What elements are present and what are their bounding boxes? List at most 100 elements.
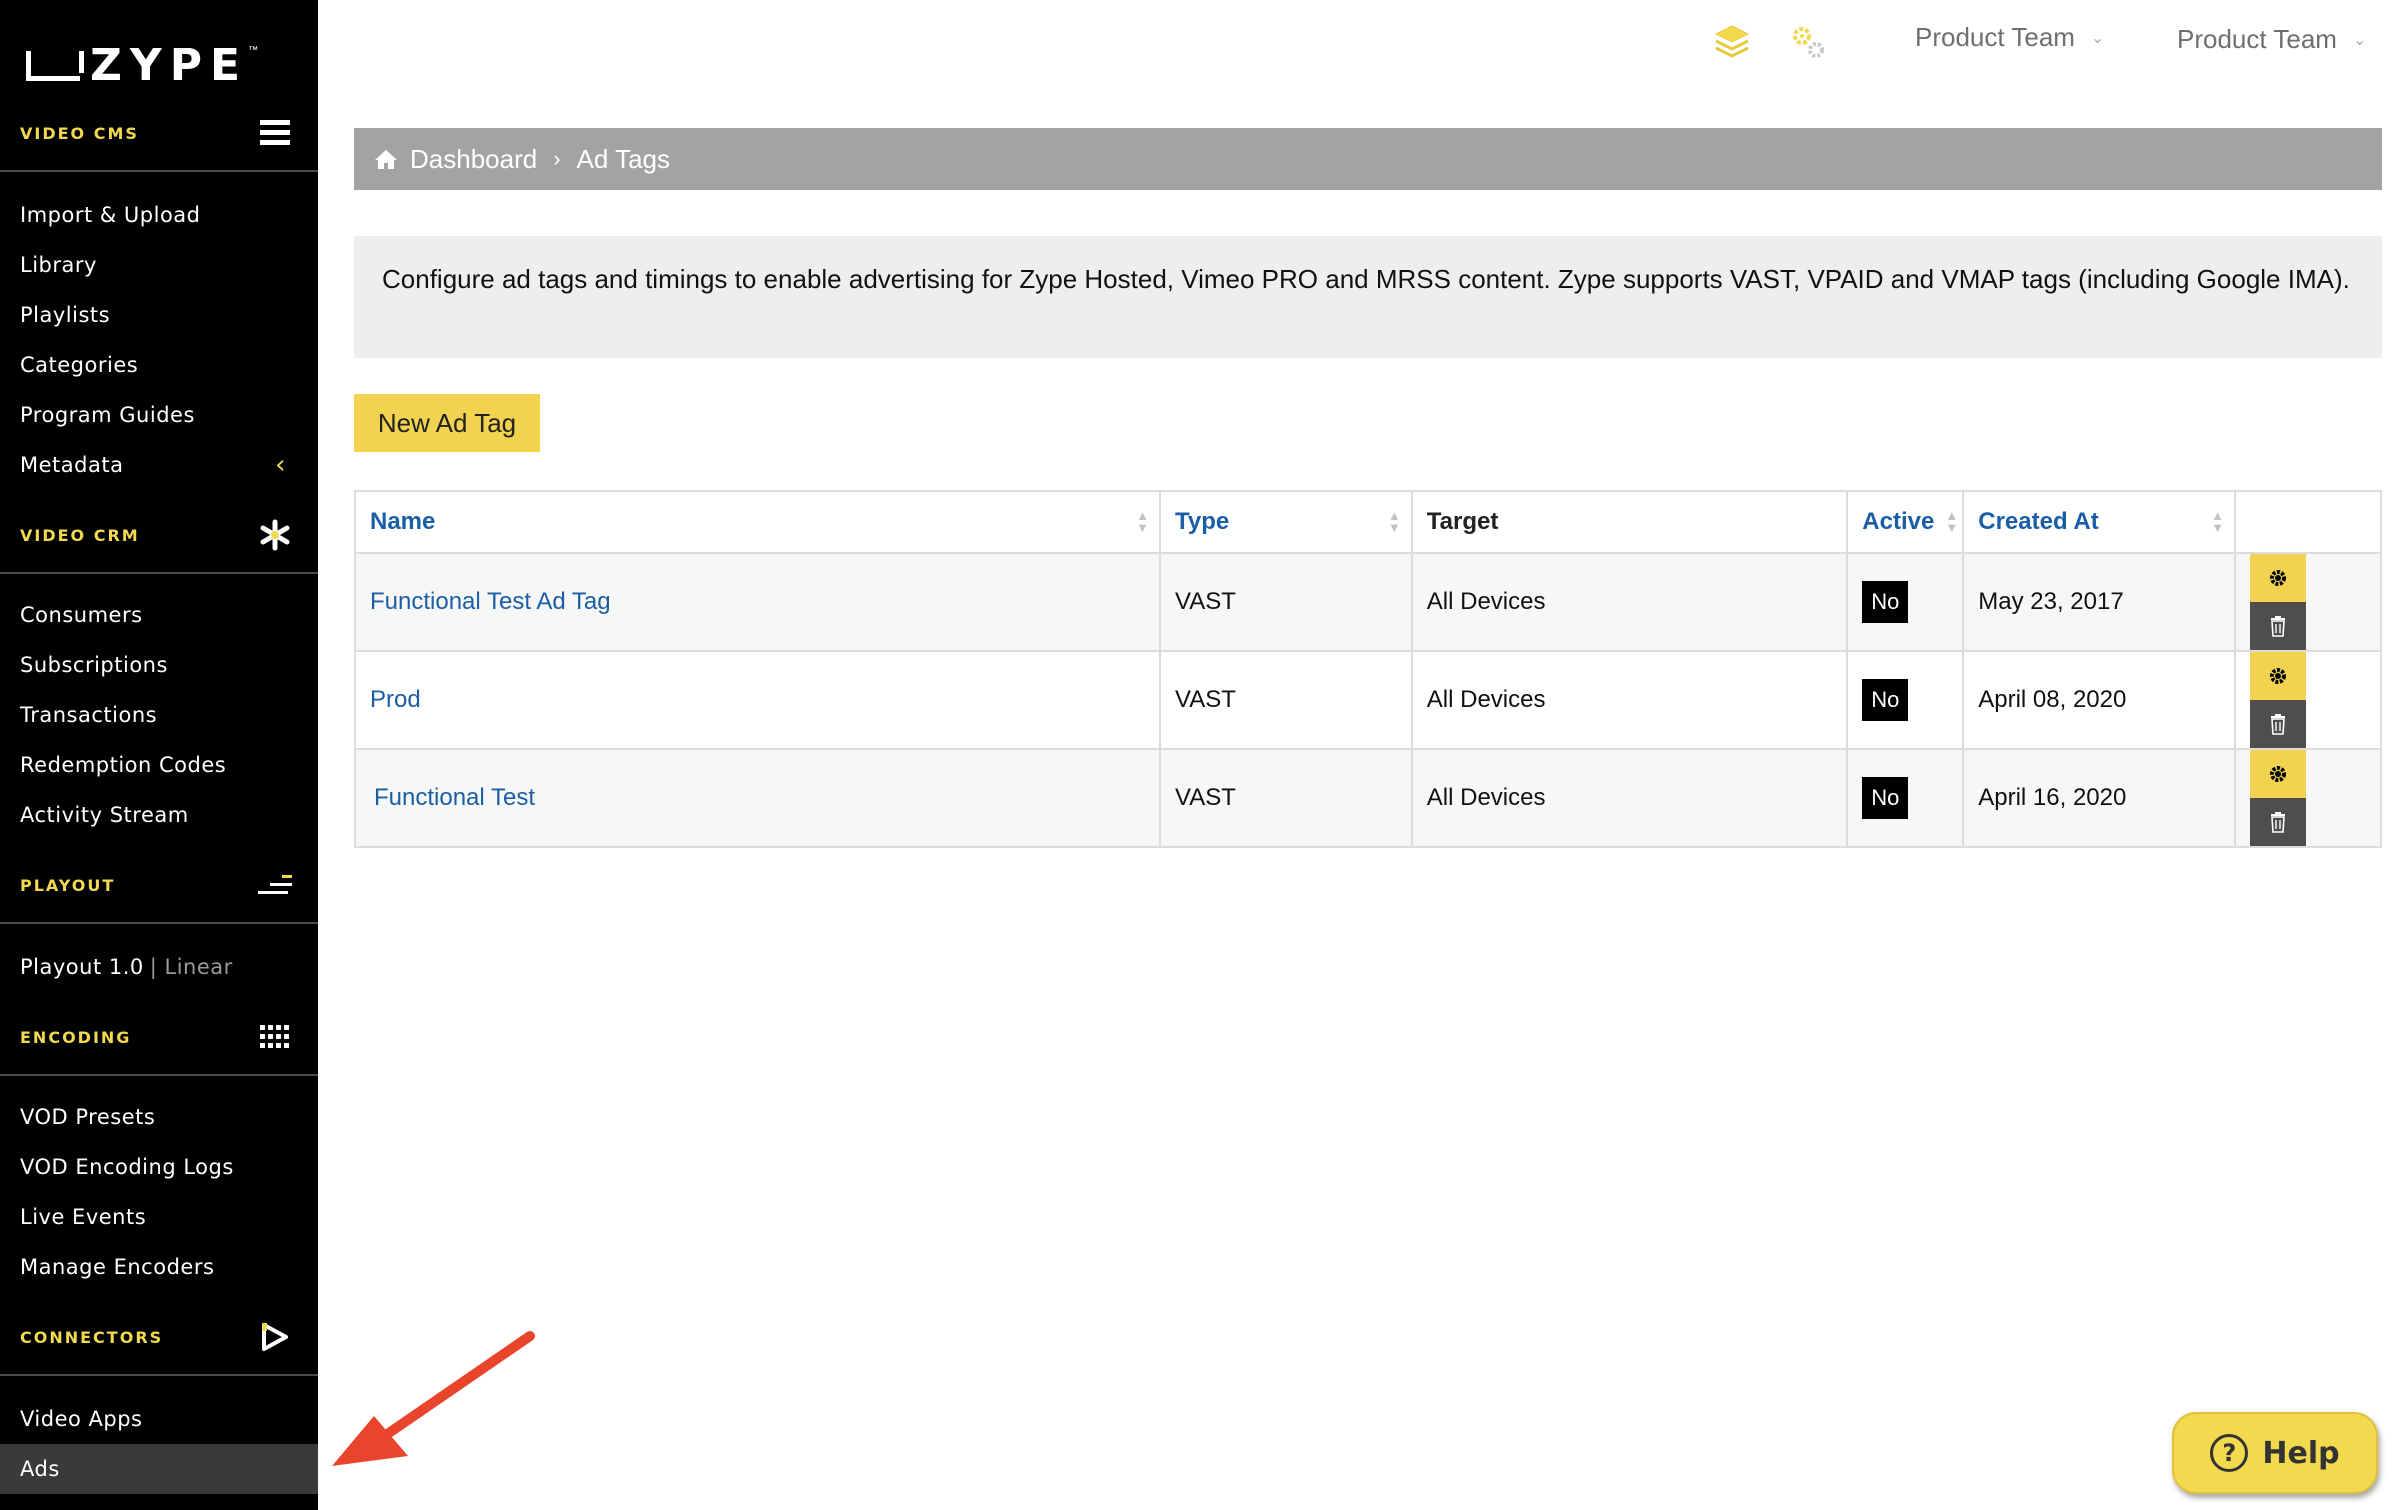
- team-label: Product Team: [1915, 22, 2075, 52]
- header-label: Type: [1175, 508, 1230, 535]
- section-connectors[interactable]: CONNECTORS: [0, 1300, 318, 1376]
- delete-button[interactable]: [2250, 602, 2307, 650]
- section-title: VIDEO CMS: [20, 123, 139, 143]
- table-row: Functional Test VAST All Devices No Apri…: [353, 748, 2382, 848]
- sidebar-item-import-upload[interactable]: Import & Upload: [0, 190, 318, 240]
- chevron-left-icon[interactable]: ‹: [275, 450, 286, 480]
- section-encoding[interactable]: ENCODING: [0, 1000, 318, 1076]
- sidebar-item-library[interactable]: Library: [0, 240, 318, 290]
- hamburger-icon: [258, 116, 292, 150]
- breadcrumb: Dashboard › Ad Tags: [354, 128, 2382, 190]
- ad-tag-name-link[interactable]: Functional Test Ad Tag: [370, 588, 611, 615]
- section-title: VIDEO CRM: [20, 525, 140, 545]
- gears-icon[interactable]: [1788, 22, 1828, 67]
- gear-icon: [2270, 570, 2287, 586]
- annotation-arrow-icon: [332, 1331, 535, 1466]
- section-playout[interactable]: PLAYOUT: [0, 848, 318, 924]
- column-header-active[interactable]: Active ▲ ▼: [1846, 490, 1965, 554]
- breadcrumb-dashboard[interactable]: Dashboard: [410, 144, 537, 175]
- sidebar-item-activity-stream[interactable]: Activity Stream: [0, 790, 318, 840]
- logo-text: ZYPE: [90, 40, 249, 91]
- ad-tag-target: All Devices: [1410, 650, 1849, 750]
- ad-tag-name-link[interactable]: Prod: [370, 686, 421, 713]
- chevron-right-icon: ›: [553, 146, 561, 171]
- sidebar-item-consumers[interactable]: Consumers: [0, 590, 318, 640]
- ad-tag-created-at: April 08, 2020: [1962, 650, 2237, 750]
- help-button[interactable]: ? Help: [2172, 1412, 2378, 1494]
- header-label: Target: [1426, 508, 1499, 535]
- header-label: Created At: [1978, 508, 2099, 535]
- chevron-down-icon: ⌄: [2352, 31, 2367, 49]
- column-header-name[interactable]: Name ▲ ▼: [353, 490, 1162, 554]
- active-badge: No: [1862, 581, 1909, 623]
- sidebar-item-vod-encoding-logs[interactable]: VOD Encoding Logs: [0, 1142, 318, 1192]
- ad-tag-type: VAST: [1159, 650, 1413, 750]
- trash-icon: [2271, 616, 2286, 637]
- sidebar-item-vod-presets[interactable]: VOD Presets: [0, 1092, 318, 1142]
- team-dropdown-2[interactable]: Product Team ⌄: [2177, 24, 2366, 55]
- active-badge: No: [1862, 777, 1909, 819]
- column-header-created-at[interactable]: Created At ▲ ▼: [1962, 490, 2237, 554]
- header-label: Active: [1862, 508, 1935, 535]
- ad-tag-type: VAST: [1159, 748, 1413, 848]
- delete-button[interactable]: [2250, 798, 2307, 846]
- ad-tag-name-link[interactable]: Functional Test: [374, 784, 535, 811]
- gear-icon: [2270, 766, 2287, 782]
- team-label: Product Team: [2177, 24, 2337, 54]
- section-title: CONNECTORS: [20, 1327, 164, 1347]
- question-icon: ?: [2210, 1434, 2249, 1472]
- settings-button[interactable]: [2250, 750, 2307, 798]
- trash-icon: [2271, 812, 2286, 833]
- home-icon[interactable]: [374, 148, 398, 170]
- sidebar-item-manage-encoders[interactable]: Manage Encoders: [0, 1242, 318, 1292]
- ad-tag-created-at: May 23, 2017: [1962, 552, 2237, 652]
- delete-button[interactable]: [2250, 700, 2307, 748]
- logo-trademark: ™: [248, 44, 259, 56]
- chevron-down-icon: ⌄: [2090, 29, 2105, 47]
- ad-tag-target: All Devices: [1410, 748, 1849, 848]
- sidebar-item-playout[interactable]: Playout 1.0 | Linear: [0, 942, 318, 992]
- sort-icon: ▲ ▼: [1136, 508, 1150, 535]
- top-icons: [1712, 22, 1828, 67]
- section-video-crm[interactable]: VIDEO CRM: [0, 498, 318, 574]
- sidebar-item-transactions[interactable]: Transactions: [0, 690, 318, 740]
- team-dropdown-1[interactable]: Product Team ⌄: [1915, 22, 2104, 53]
- zype-logo[interactable]: ZYPE ™: [26, 40, 259, 91]
- header-label: Name: [370, 508, 436, 535]
- sidebar-item-categories[interactable]: Categories: [0, 340, 318, 390]
- sort-icon: ▲ ▼: [2211, 508, 2225, 535]
- ad-tag-target: All Devices: [1410, 552, 1849, 652]
- section-title: ENCODING: [20, 1027, 132, 1047]
- sidebar-item-playlists[interactable]: Playlists: [0, 290, 318, 340]
- grid-dots-icon: [258, 1020, 292, 1054]
- settings-button[interactable]: [2250, 652, 2307, 700]
- column-header-target: Target: [1410, 490, 1849, 554]
- asterisk-icon: [258, 518, 292, 552]
- logo-mark-icon: [26, 51, 84, 81]
- ad-tag-created-at: April 16, 2020: [1962, 748, 2237, 848]
- column-header-type[interactable]: Type ▲ ▼: [1159, 490, 1413, 554]
- new-ad-tag-button[interactable]: New Ad Tag: [354, 394, 540, 452]
- trash-icon: [2271, 714, 2286, 735]
- sidebar-item-ads[interactable]: Ads: [0, 1444, 318, 1494]
- ad-tag-type: VAST: [1159, 552, 1413, 652]
- sidebar-item-program-guides[interactable]: Program Guides: [0, 390, 318, 440]
- playout-linear-label: | Linear: [149, 955, 233, 979]
- sidebar-item-redemption-codes[interactable]: Redemption Codes: [0, 740, 318, 790]
- column-header-actions: [2234, 490, 2382, 554]
- sidebar-item-live-events[interactable]: Live Events: [0, 1192, 318, 1242]
- sidebar-item-video-apps[interactable]: Video Apps: [0, 1394, 318, 1444]
- table-header-row: Name ▲ ▼ Type ▲ ▼ Target Active ▲ ▼ Created…: [353, 490, 2382, 554]
- table-row: Prod VAST All Devices No April 08, 2020: [353, 650, 2382, 750]
- table-row: Functional Test Ad Tag VAST All Devices …: [353, 552, 2382, 652]
- active-badge: No: [1862, 679, 1909, 721]
- sidebar-item-label: Metadata: [20, 453, 124, 477]
- sidebar-item-subscriptions[interactable]: Subscriptions: [0, 640, 318, 690]
- sidebar-item-label: Playout 1.0: [20, 955, 144, 979]
- settings-button[interactable]: [2250, 554, 2307, 602]
- layers-icon[interactable]: [1712, 22, 1752, 67]
- section-video-cms[interactable]: VIDEO CMS: [0, 96, 318, 172]
- sidebar-item-metadata[interactable]: Metadata ‹: [0, 440, 318, 490]
- help-label: Help: [2262, 1435, 2340, 1471]
- sort-icon: ▲ ▼: [1387, 508, 1401, 535]
